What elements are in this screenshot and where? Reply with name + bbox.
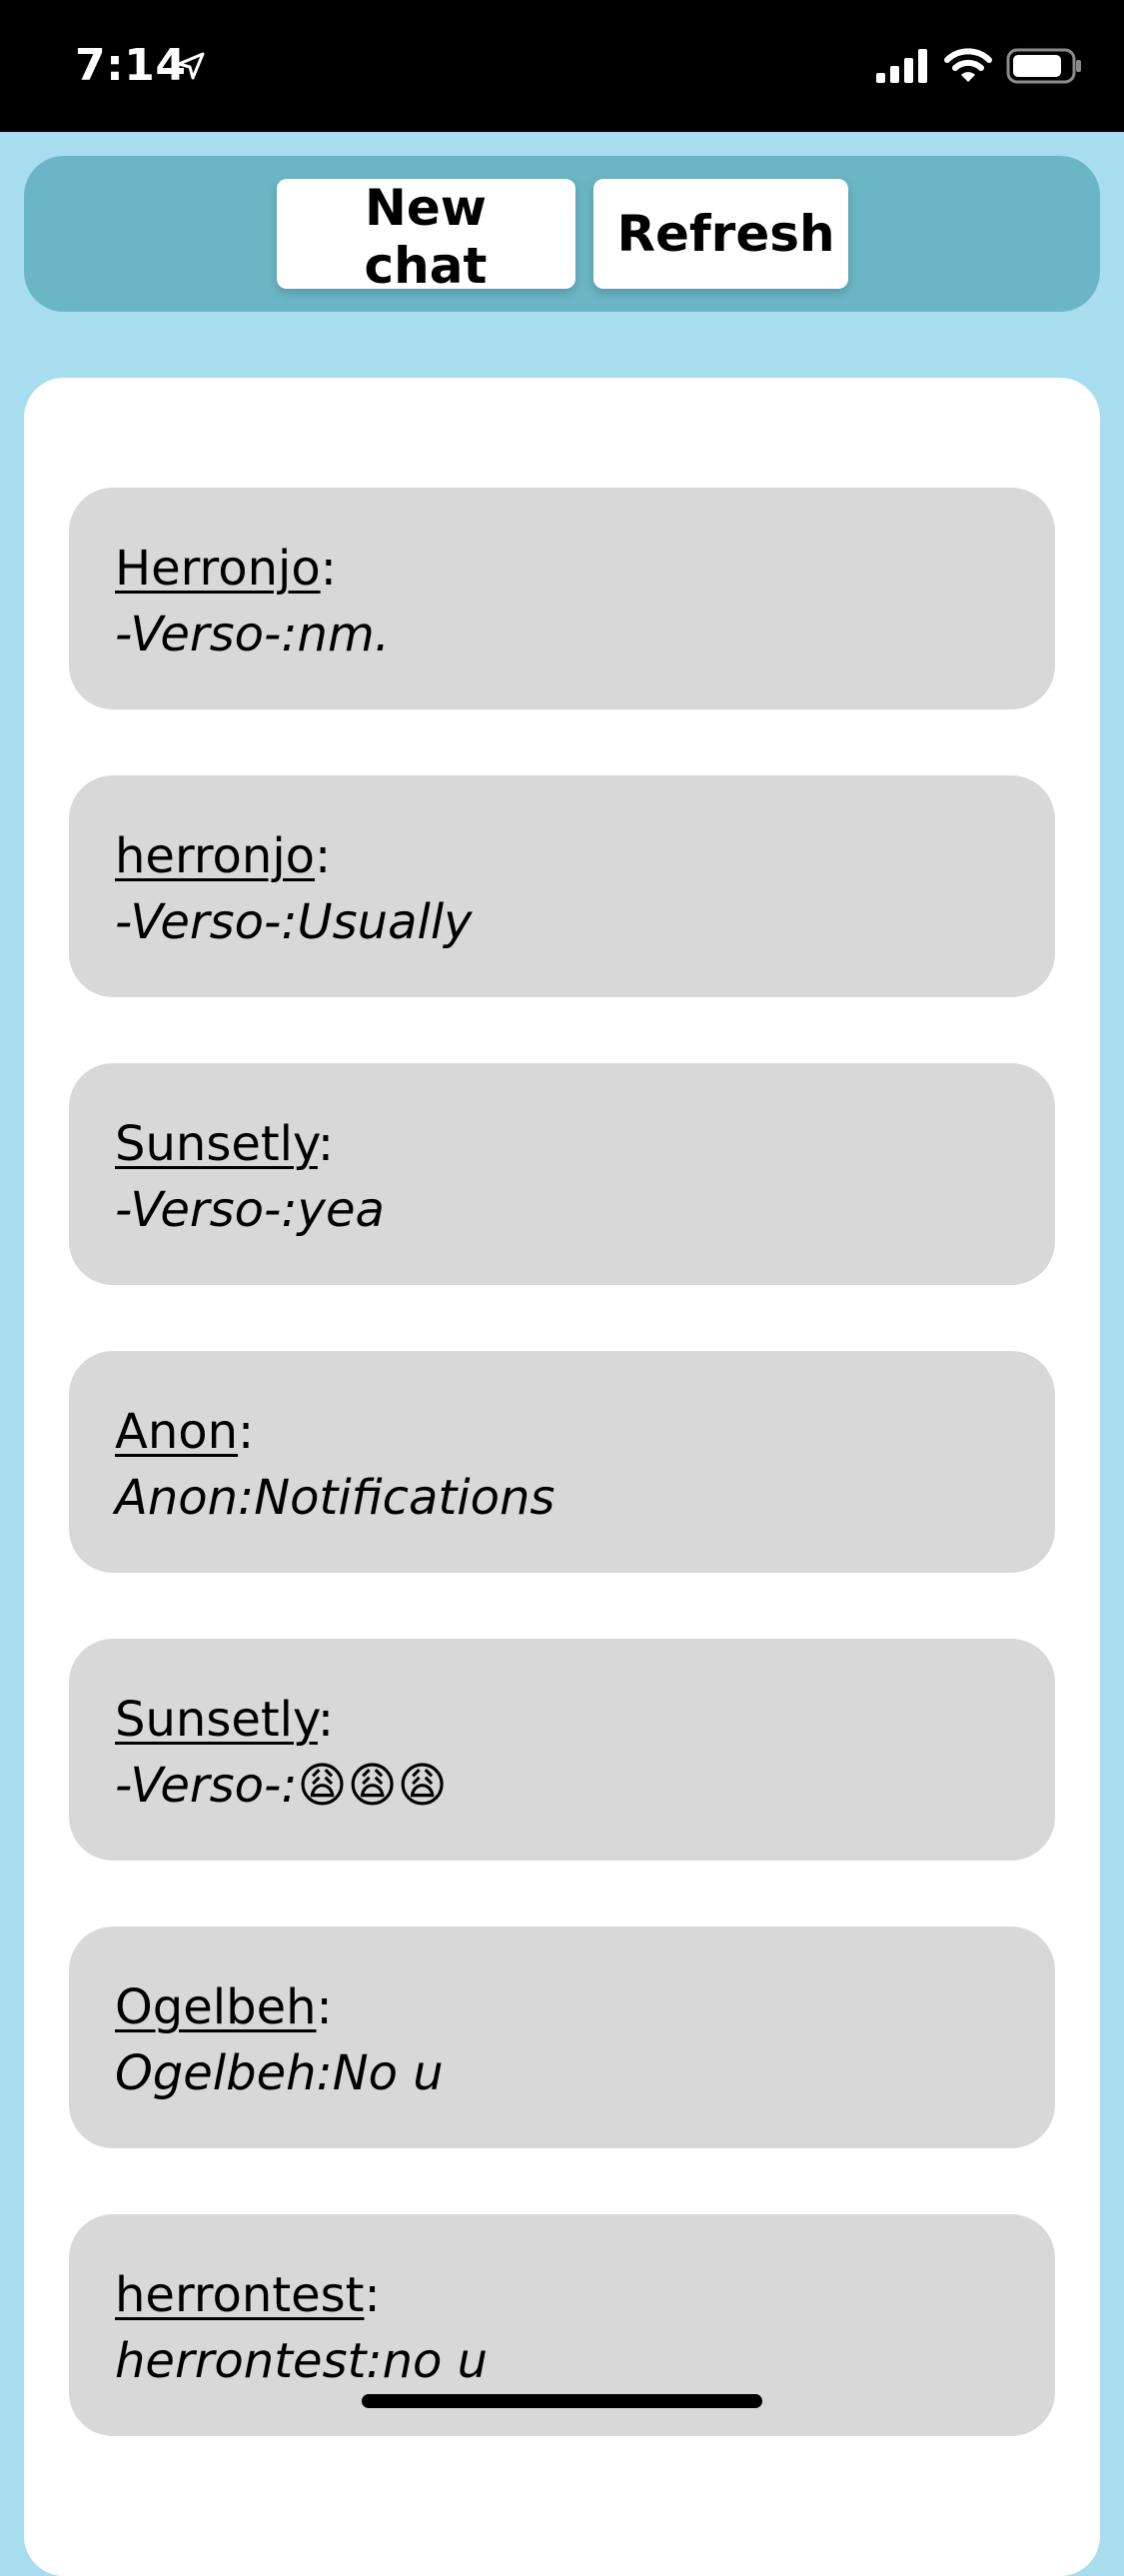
chat-name-link[interactable]: Sunsetly (115, 1116, 318, 1172)
chat-item[interactable]: Sunsetly: -Verso-:😩😩😩 (69, 1639, 1055, 1861)
chat-name-line: Ogelbeh: (115, 1974, 1009, 2040)
chat-name-link[interactable]: Sunsetly (115, 1692, 318, 1748)
chat-name-link[interactable]: Anon (115, 1404, 238, 1460)
chat-item[interactable]: Ogelbeh: Ogelbeh:No u (69, 1927, 1055, 2148)
chat-last-message: herrontest:no u (115, 2333, 489, 2389)
chat-name-line: herrontest: (115, 2262, 1009, 2328)
chat-item[interactable]: Herronjo: -Verso-:nm. (69, 488, 1055, 709)
chat-item[interactable]: herronjo: -Verso-:Usually (69, 775, 1055, 997)
home-indicator[interactable] (362, 2394, 762, 2408)
chat-last-message: Anon:Notifications (115, 1470, 556, 1526)
chat-last-message: -Verso-:Usually (115, 894, 473, 950)
chat-name-separator: : (317, 1116, 335, 1172)
chat-name-line: Herronjo: (115, 536, 1009, 602)
chat-name-separator: : (364, 2267, 381, 2323)
chat-last-message: -Verso-:nm. (115, 607, 390, 662)
battery-icon (1006, 48, 1082, 88)
cellular-signal-icon (876, 49, 930, 87)
chat-name-line: herronjo: (115, 823, 1009, 889)
chat-item[interactable]: Sunsetly: -Verso-:yea (69, 1063, 1055, 1285)
chat-name-separator: : (315, 828, 332, 884)
chat-name-separator: : (320, 541, 337, 597)
chat-name-separator: : (238, 1404, 255, 1460)
toolbar: New chat Refresh (24, 156, 1100, 312)
chat-name-link[interactable]: Herronjo (115, 541, 321, 597)
refresh-button[interactable]: Refresh (592, 179, 848, 289)
chat-name-link[interactable]: Ogelbeh (115, 1979, 317, 2035)
chat-last-message: Ogelbeh:No u (115, 2045, 444, 2101)
chat-name-line: Sunsetly: (115, 1687, 1009, 1753)
chat-name-link[interactable]: herrontest (115, 2267, 365, 2323)
chat-list: Herronjo: -Verso-:nm. herronjo: -Verso-:… (69, 488, 1055, 2502)
status-bar: 7:14 (0, 0, 1124, 132)
chat-last-message: -Verso-:yea (115, 1182, 385, 1238)
location-arrow-icon (177, 52, 205, 84)
chat-name-line: Anon: (115, 1399, 1009, 1465)
wifi-icon (944, 48, 992, 88)
chat-name-line: Sunsetly: (115, 1111, 1009, 1177)
chat-list-panel: Herronjo: -Verso-:nm. herronjo: -Verso-:… (24, 378, 1100, 2576)
chat-name-separator: : (317, 1692, 335, 1748)
chat-name-link[interactable]: herronjo (115, 828, 315, 884)
status-time: 7:14 (75, 40, 187, 91)
chat-item[interactable]: Anon: Anon:Notifications (69, 1351, 1055, 1573)
chat-last-message: -Verso-:😩😩😩 (115, 1758, 448, 1814)
status-icons (876, 48, 1082, 88)
chat-name-separator: : (316, 1979, 333, 2035)
new-chat-button[interactable]: New chat (276, 179, 575, 295)
